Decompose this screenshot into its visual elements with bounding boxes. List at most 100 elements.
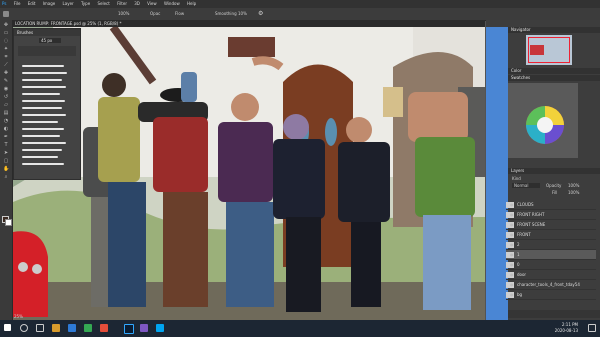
layer-row[interactable]: ●door [506,270,596,280]
brush-stroke-preset[interactable] [22,142,66,144]
eye-icon[interactable]: ● [510,230,514,237]
windows-start-icon[interactable] [4,324,11,331]
eye-icon[interactable]: ● [510,290,514,297]
clone-stamp-icon[interactable]: ◉ [3,87,9,92]
type-tool-icon[interactable]: T [3,143,9,148]
swatches-grid[interactable] [508,83,578,158]
layer-row[interactable]: ●0 [506,260,596,270]
history-brush-icon[interactable]: ↺ [3,95,9,100]
shape-tool-icon[interactable]: ▢ [3,159,9,164]
eye-icon[interactable]: ● [510,240,514,247]
search-icon[interactable] [20,324,28,332]
brush-stroke-preset[interactable] [22,149,62,151]
crop-tool-icon[interactable]: ⌗ [3,55,9,60]
menu-help[interactable]: Help [187,0,196,8]
app-icon[interactable] [52,324,60,332]
blend-mode-select[interactable]: Normal [512,183,540,188]
layer-row-selected[interactable]: ●1 [506,250,596,260]
eye-icon[interactable]: ● [510,270,514,277]
brush-stroke-preset[interactable] [22,135,60,137]
layers-panel-title: Layers [508,168,600,174]
lasso-tool-icon[interactable]: ◌ [3,39,9,44]
brush-stroke-preset[interactable] [22,156,58,158]
layer-name: 0 [517,262,520,267]
menu-image[interactable]: Image [43,0,56,8]
background-color-swatch[interactable] [5,219,12,226]
layer-row[interactable]: ●FRONT SCENE [506,220,596,230]
eye-icon[interactable]: ● [510,250,514,257]
eraser-icon[interactable]: ▱ [3,103,9,108]
layer-kind-filter[interactable]: Kind [512,176,521,181]
photoshop-taskbar-icon[interactable] [124,324,134,334]
eyedropper-icon[interactable]: ⟋ [3,63,9,68]
layer-name: door [517,272,527,277]
eye-icon[interactable]: ● [510,210,514,217]
hand-tool-icon[interactable]: ✋ [3,167,9,172]
layer-row[interactable]: ●bg [506,290,596,300]
menu-layer[interactable]: Layer [63,0,74,8]
brush-stroke-preset[interactable] [22,114,66,116]
menu-filter[interactable]: Filter [117,0,127,8]
notification-icon[interactable] [588,324,596,332]
brush-size-field[interactable]: 45 px [39,38,61,43]
brush-stroke-preset[interactable] [22,107,62,109]
fill-value[interactable]: 100% [568,190,579,195]
app-icon[interactable] [156,324,164,332]
brush-stroke-preset[interactable] [22,128,64,130]
brush-tool-icon[interactable] [3,11,9,17]
healing-brush-icon[interactable]: ✚ [3,71,9,76]
gear-icon[interactable]: ⚙ [258,10,263,17]
brush-preset-row[interactable] [18,46,76,56]
menu-type[interactable]: Type [81,0,90,8]
canvas[interactable] [13,27,485,320]
dodge-tool-icon[interactable]: ◐ [3,127,9,132]
layer-row[interactable]: ●FRONT [506,230,596,240]
marquee-tool-icon[interactable]: ▭ [3,31,9,36]
brush-stroke-preset[interactable] [22,86,66,88]
layer-row[interactable]: ●character_tools_4_front_tday54 [506,280,596,290]
brush-stroke-preset[interactable] [22,121,58,123]
layer-row[interactable]: ●2 [506,240,596,250]
app-icon[interactable] [140,324,148,332]
layer-row[interactable]: ●FRONT RIGHT [506,210,596,220]
smoothing-value[interactable]: 10% [238,11,247,16]
taskbar-clock[interactable]: 2:11 PM 2020-08-13 [548,322,578,334]
menu-3d[interactable]: 3D [134,0,140,8]
zoom-tool-icon[interactable]: ⌕ [3,175,9,180]
brushes-panel-title: Brushes [14,29,80,36]
app-icon[interactable] [84,324,92,332]
gradient-tool-icon[interactable]: ▤ [3,111,9,116]
document-tab[interactable]: LOCATION RUMP: FRONTAGE.psd @ 25% (1, RG… [12,21,121,26]
eye-icon[interactable]: ● [510,260,514,267]
app-logo[interactable]: Ps [2,0,6,8]
path-select-icon[interactable]: ➤ [3,151,9,156]
menu-window[interactable]: Window [164,0,180,8]
brush-stroke-preset[interactable] [22,72,67,74]
brush-stroke-preset[interactable] [22,79,62,81]
eye-icon[interactable]: ● [510,220,514,227]
brush-stroke-preset[interactable] [22,163,64,165]
brush-stroke-preset[interactable] [22,65,64,67]
status-zoom[interactable]: 25% [14,314,23,319]
blur-tool-icon[interactable]: ◔ [3,119,9,124]
opacity-value[interactable]: 100% [568,183,579,188]
menu-file[interactable]: File [14,0,21,8]
brush-stroke-preset[interactable] [22,93,60,95]
app-icon[interactable] [100,324,108,332]
menu-view[interactable]: View [147,0,157,8]
app-icon[interactable] [68,324,76,332]
menu-edit[interactable]: Edit [28,0,36,8]
zoom-level[interactable]: 100% [118,11,129,16]
navigator-thumbnail[interactable] [526,35,572,65]
task-view-icon[interactable] [36,324,44,332]
brush-tool-icon[interactable]: ✎ [3,79,9,84]
magic-wand-icon[interactable]: ✦ [3,47,9,52]
color-panel-title: Color [508,68,600,74]
layer-row[interactable]: ●CLOUDS [506,200,596,210]
eye-icon[interactable]: ● [510,280,514,287]
move-tool-icon[interactable]: ✥ [3,23,9,28]
eye-icon[interactable]: ● [510,200,514,207]
brush-stroke-preset[interactable] [22,100,65,102]
menu-select[interactable]: Select [97,0,109,8]
pen-tool-icon[interactable]: ✒ [3,135,9,140]
